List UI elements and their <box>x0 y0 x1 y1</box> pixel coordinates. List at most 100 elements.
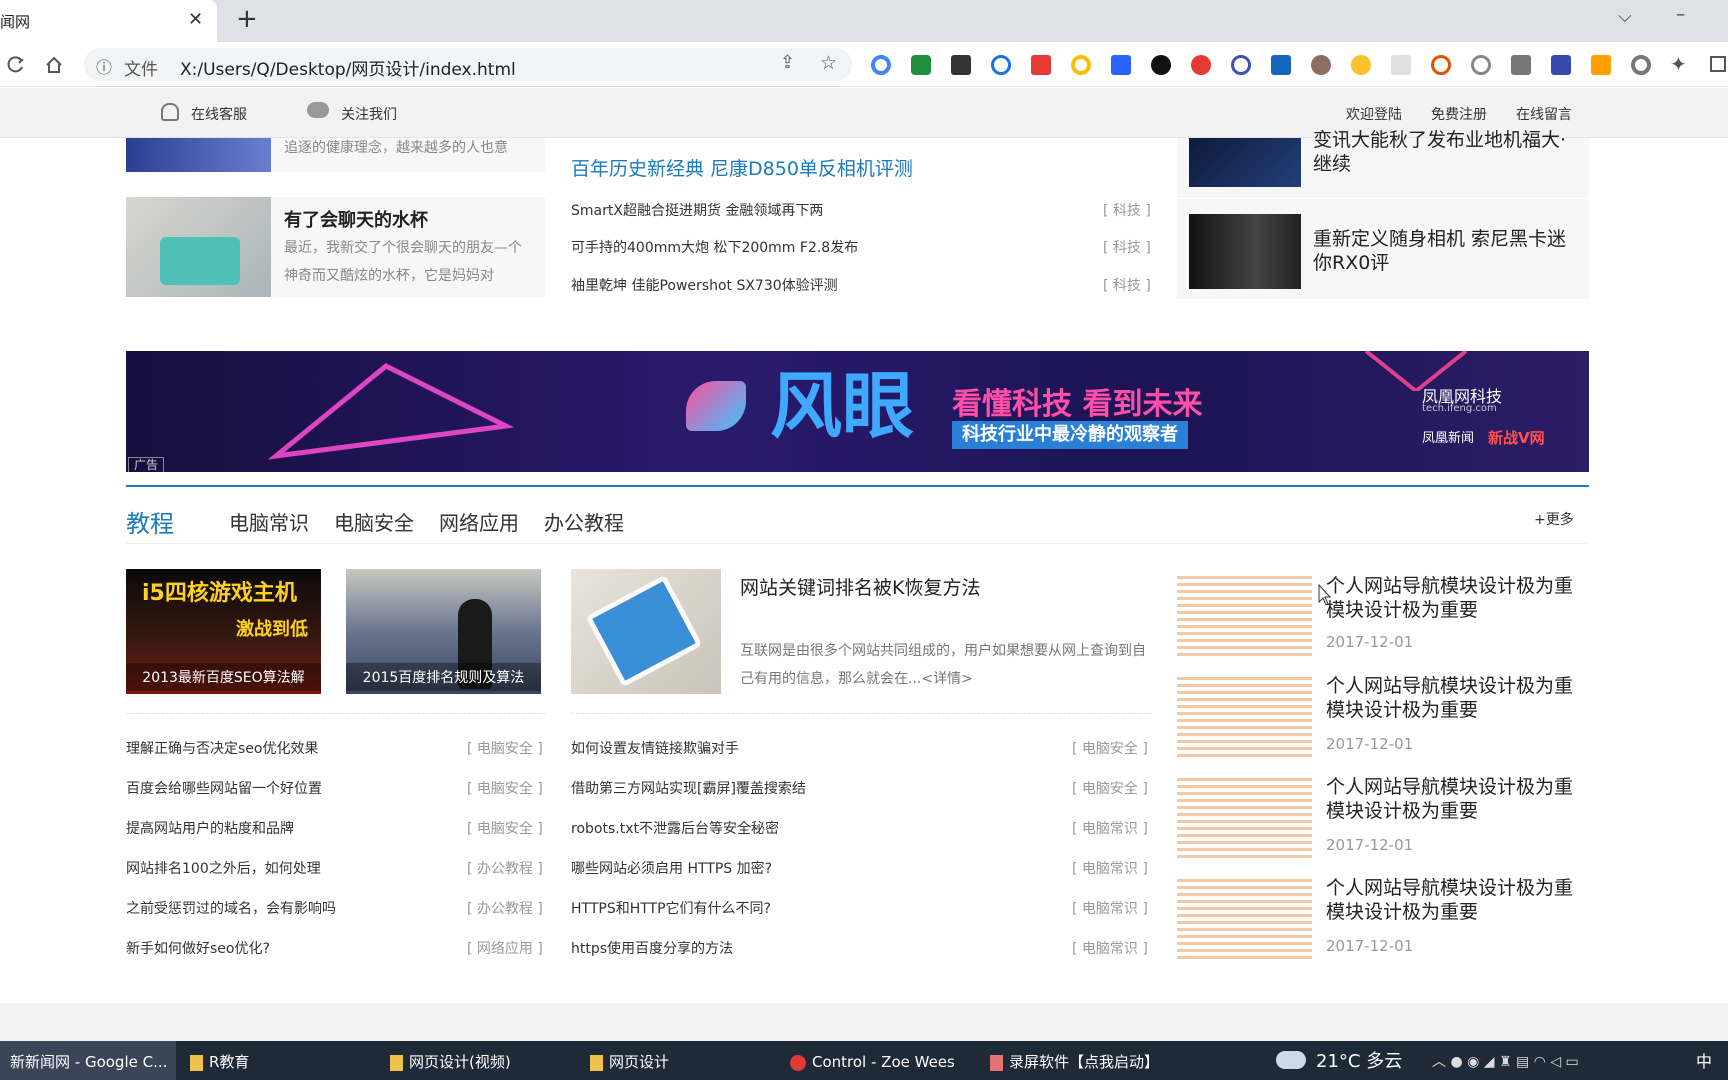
extension-icon[interactable] <box>991 55 1011 75</box>
tab-computer-basics[interactable]: 电脑常识 <box>229 507 309 536</box>
list-item[interactable]: 之前受惩罚过的域名，会有影响吗 <box>126 898 336 918</box>
list-item[interactable]: https使用百度分享的方法 <box>571 938 733 958</box>
card-title[interactable]: 有了会聊天的水杯 <box>284 206 428 232</box>
extension-icon[interactable] <box>1191 55 1211 75</box>
list-item[interactable]: 如何设置友情链接欺骗对手 <box>571 738 739 758</box>
card-image[interactable] <box>126 138 271 172</box>
tab-office-tutorial[interactable]: 办公教程 <box>544 507 624 536</box>
taskbar-item[interactable]: 录屏软件【点我启动】 <box>990 1049 1159 1075</box>
extension-icon[interactable] <box>1351 55 1371 75</box>
list-tag[interactable]: [ 电脑常识 ] <box>1072 858 1148 878</box>
extension-icon[interactable] <box>1431 55 1451 75</box>
taskbar-item[interactable]: 网页设计(视频) <box>390 1049 511 1075</box>
extension-icon[interactable] <box>951 55 971 75</box>
headline-link[interactable]: 百年历史新经典 尼康D850单反相机评测 <box>571 154 913 181</box>
news-link[interactable]: SmartX超融合挺进期货 金融领域再下两 <box>571 200 823 220</box>
extension-icon[interactable] <box>1071 55 1091 75</box>
item-image[interactable] <box>1189 138 1301 187</box>
list-item[interactable]: 新手如何做好seo优化? <box>126 938 270 958</box>
item-title[interactable]: 重新定义随身相机 索尼黑卡迷你RX0评 <box>1313 227 1583 275</box>
item-title[interactable]: 变讯大能秋了发布业地机福大·继续 <box>1313 128 1583 176</box>
register-link[interactable]: 免费注册 <box>1431 104 1487 124</box>
tab-computer-security[interactable]: 电脑安全 <box>334 507 414 536</box>
new-tab-button[interactable]: + <box>236 4 258 34</box>
item-image[interactable] <box>1189 214 1301 289</box>
taskbar-chrome[interactable]: 新新闻网 - Google C... <box>10 1049 167 1075</box>
card-image[interactable] <box>126 197 271 297</box>
extension-icon[interactable] <box>1591 55 1611 75</box>
login-link[interactable]: 欢迎登陆 <box>1346 104 1402 124</box>
thumbnail-card[interactable]: i5四核游戏主机 激战到低 2013最新百度SEO算法解 <box>126 569 321 694</box>
news-tag[interactable]: [ 科技 ] <box>1103 275 1151 295</box>
home-icon[interactable] <box>44 55 64 75</box>
news-tag[interactable]: [ 科技 ] <box>1103 200 1151 220</box>
chevron-down-icon[interactable]: ⌵ <box>1618 6 1632 27</box>
list-tag[interactable]: [ 办公教程 ] <box>467 858 543 878</box>
weather-text[interactable]: 21°C 多云 <box>1316 1049 1402 1075</box>
extension-icon[interactable] <box>1511 55 1531 75</box>
item-thumbnail[interactable] <box>1177 875 1312 959</box>
bookmark-star-icon[interactable]: ☆ <box>820 52 837 74</box>
sidepanel-icon[interactable] <box>1710 56 1726 72</box>
item-title[interactable]: 个人网站导航模块设计极为重模块设计极为重要 <box>1326 574 1590 622</box>
item-title[interactable]: 个人网站导航模块设计极为重模块设计极为重要 <box>1326 876 1590 924</box>
list-tag[interactable]: [ 网络应用 ] <box>467 938 543 958</box>
taskbar-item[interactable]: Control - Zoe Wees <box>790 1049 955 1075</box>
feature-more-link[interactable]: <详情> <box>921 671 972 687</box>
news-link[interactable]: 可手持的400mm大炮 松下200mm F2.8发布 <box>571 237 858 257</box>
thumbnail-card[interactable]: 2015百度排名规则及算法 <box>346 569 541 694</box>
extension-icon[interactable] <box>1311 55 1331 75</box>
news-tag[interactable]: [ 科技 ] <box>1103 237 1151 257</box>
list-tag[interactable]: [ 办公教程 ] <box>467 898 543 918</box>
extension-icon[interactable] <box>1151 55 1171 75</box>
feature-image[interactable] <box>571 569 721 694</box>
puzzle-icon[interactable]: ✦ <box>1670 52 1687 76</box>
list-tag[interactable]: [ 电脑安全 ] <box>1072 738 1148 758</box>
tab-network-apps[interactable]: 网络应用 <box>439 507 519 536</box>
minimize-button[interactable]: – <box>1676 4 1685 25</box>
list-tag[interactable]: [ 电脑安全 ] <box>467 818 543 838</box>
item-title[interactable]: 个人网站导航模块设计极为重模块设计极为重要 <box>1326 775 1590 823</box>
item-thumbnail[interactable] <box>1177 774 1312 858</box>
list-item[interactable]: 借助第三方网站实现[霸屏]覆盖搜索结 <box>571 778 806 798</box>
share-icon[interactable]: ⇪ <box>780 52 795 73</box>
extension-icon[interactable] <box>1471 55 1491 75</box>
list-tag[interactable]: [ 电脑常识 ] <box>1072 898 1148 918</box>
list-tag[interactable]: [ 电脑安全 ] <box>1072 778 1148 798</box>
list-item[interactable]: 提高网站用户的粘度和品牌 <box>126 818 294 838</box>
ad-banner[interactable]: 风眼 看懂科技 看到未来 科技行业中最冷静的观察者 凤凰网科技 tech.ife… <box>126 351 1589 472</box>
extension-icon[interactable] <box>1391 55 1411 75</box>
list-item[interactable]: 网站排名100之外后，如何处理 <box>126 858 321 878</box>
url-text[interactable]: X:/Users/Q/Desktop/网页设计/index.html <box>180 55 516 80</box>
extension-icon[interactable] <box>1111 55 1131 75</box>
reload-icon[interactable] <box>6 55 26 75</box>
item-thumbnail[interactable] <box>1177 572 1312 656</box>
browser-tab[interactable]: 闻网 ✕ <box>0 0 217 42</box>
extension-icon[interactable] <box>1631 55 1651 75</box>
list-tag[interactable]: [ 电脑安全 ] <box>467 738 543 758</box>
list-tag[interactable]: [ 电脑常识 ] <box>1072 938 1148 958</box>
online-service-link[interactable]: 在线客服 <box>191 104 247 124</box>
taskbar-item[interactable]: 网页设计 <box>590 1049 669 1075</box>
list-item[interactable]: HTTPS和HTTP它们有什么不同? <box>571 898 771 918</box>
extension-icon[interactable] <box>1551 55 1571 75</box>
news-link[interactable]: 袖里乾坤 佳能Powershot SX730体验评测 <box>571 275 838 295</box>
address-bar[interactable]: ⓘ 文件 X:/Users/Q/Desktop/网页设计/index.html … <box>84 48 852 81</box>
close-tab-icon[interactable]: ✕ <box>188 9 203 30</box>
tray-icons[interactable]: ︿ ● ◉ ◢ ♜ ▤ ◠ ◁ ▭ <box>1432 1049 1579 1075</box>
extension-icon[interactable] <box>1231 55 1251 75</box>
more-link[interactable]: +更多 <box>1534 509 1574 529</box>
taskbar-item[interactable]: R教育 <box>190 1049 249 1075</box>
extension-icon[interactable] <box>1031 55 1051 75</box>
list-item[interactable]: 哪些网站必须启用 HTTPS 加密? <box>571 858 772 878</box>
message-link[interactable]: 在线留言 <box>1516 104 1572 124</box>
list-item[interactable]: robots.txt不泄露后台等安全秘密 <box>571 818 779 838</box>
ime-indicator[interactable]: 中 <box>1696 1049 1712 1075</box>
item-title[interactable]: 个人网站导航模块设计极为重模块设计极为重要 <box>1326 674 1590 722</box>
list-tag[interactable]: [ 电脑常识 ] <box>1072 818 1148 838</box>
list-tag[interactable]: [ 电脑安全 ] <box>467 778 543 798</box>
extension-icon[interactable] <box>871 55 891 75</box>
feature-title[interactable]: 网站关键词排名被K恢复方法 <box>740 573 980 600</box>
extension-icon[interactable] <box>1271 55 1291 75</box>
list-item[interactable]: 理解正确与否决定seo优化效果 <box>126 738 318 758</box>
